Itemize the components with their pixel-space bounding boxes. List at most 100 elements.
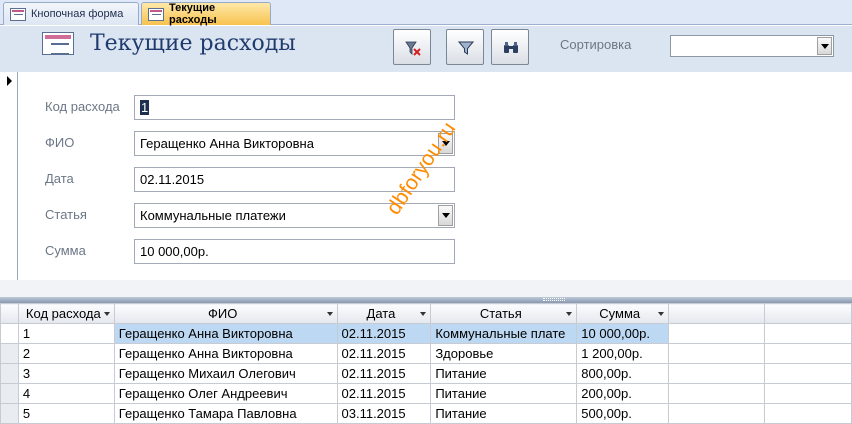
dropdown-arrow-icon[interactable] — [566, 312, 573, 316]
empty-cell — [668, 343, 765, 364]
table-row[interactable]: 2 Геращенко Анна Викторовна 02.11.2015 З… — [0, 343, 852, 364]
form-icon — [42, 32, 74, 55]
form-footer-band — [0, 280, 852, 297]
cell-sum[interactable]: 10 000,00р. — [576, 323, 670, 344]
column-header-label: Статья — [479, 306, 522, 321]
column-header-article[interactable]: Статья — [430, 303, 578, 324]
cell-sum[interactable]: 500,00р. — [576, 403, 670, 424]
cell-fio[interactable]: Геращенко Михаил Олегович — [113, 363, 338, 384]
empty-cell — [763, 323, 852, 344]
empty-cell — [763, 343, 852, 364]
cell-date[interactable]: 02.11.2015 — [336, 343, 432, 364]
cell-code[interactable]: 1 — [17, 323, 115, 344]
splitter-grip-icon[interactable] — [543, 298, 565, 301]
empty-column-header — [763, 303, 852, 324]
empty-cell — [668, 323, 765, 344]
tab-label: Кнопочная форма — [31, 8, 124, 20]
empty-cell — [668, 363, 765, 384]
cell-code[interactable]: 3 — [17, 363, 115, 384]
form-icon — [10, 7, 26, 21]
sum-value: 10 000,00р. — [140, 244, 209, 259]
empty-cell — [668, 383, 765, 404]
tab-switchboard-form[interactable]: Кнопочная форма — [3, 2, 139, 25]
column-header-code[interactable]: Код расхода — [17, 303, 115, 324]
record-selector[interactable] — [0, 72, 18, 280]
column-header-sum[interactable]: Сумма — [576, 303, 670, 324]
cell-sum[interactable]: 800,00р. — [576, 363, 670, 384]
code-label: Код расхода — [45, 99, 120, 114]
find-button[interactable] — [491, 29, 529, 65]
page-title: Текущие расходы — [90, 31, 296, 56]
dropdown-arrow-icon[interactable] — [103, 312, 110, 316]
sum-label: Сумма — [45, 243, 86, 258]
filter-icon — [458, 41, 474, 55]
form-header: Текущие расходы Сортировка — [0, 26, 852, 72]
cell-article[interactable]: Питание — [430, 383, 578, 404]
row-selector[interactable] — [0, 403, 19, 424]
article-label: Статья — [45, 207, 87, 222]
chevron-down-icon[interactable] — [817, 37, 832, 55]
column-header-date[interactable]: Дата — [336, 303, 432, 324]
code-field[interactable]: 1 — [134, 95, 455, 120]
cell-article[interactable]: Питание — [430, 403, 578, 424]
chevron-down-icon[interactable] — [438, 205, 453, 226]
document-tab-strip: Кнопочная форма Текущие расходы — [0, 0, 852, 26]
filter-button[interactable] — [446, 29, 484, 65]
cell-article[interactable]: Питание — [430, 363, 578, 384]
cell-article[interactable]: Здоровье — [430, 343, 578, 364]
cell-code[interactable]: 2 — [17, 343, 115, 364]
row-selector[interactable] — [0, 363, 19, 384]
date-value: 02.11.2015 — [140, 172, 205, 187]
code-value: 1 — [140, 100, 150, 115]
cell-fio[interactable]: Геращенко Тамара Павловна — [113, 403, 338, 424]
empty-column-header — [668, 303, 765, 324]
tab-label: Текущие расходы — [169, 2, 217, 26]
sort-combo[interactable] — [670, 35, 834, 57]
article-value: Коммунальные платежи — [140, 208, 286, 223]
date-label: Дата — [45, 171, 74, 186]
column-header-fio[interactable]: ФИО — [113, 303, 338, 324]
datasheet-table: Код расхода ФИО Дата Статья Сумма 1 Гера… — [0, 303, 852, 424]
fio-label: ФИО — [45, 135, 75, 150]
cell-date[interactable]: 03.11.2015 — [336, 403, 432, 424]
cell-sum[interactable]: 200,00р. — [576, 383, 670, 404]
column-header-label: ФИО — [207, 306, 238, 321]
cell-date[interactable]: 02.11.2015 — [336, 363, 432, 384]
dropdown-arrow-icon[interactable] — [420, 312, 427, 316]
table-row[interactable]: 3 Геращенко Михаил Олегович 02.11.2015 П… — [0, 363, 852, 384]
cell-code[interactable]: 4 — [17, 383, 115, 404]
fio-value: Геращенко Анна Викторовна — [140, 136, 314, 151]
row-selector[interactable] — [0, 323, 19, 344]
cell-fio[interactable]: Геращенко Анна Викторовна — [113, 343, 338, 364]
form-icon — [148, 7, 164, 21]
column-header-label: Код расхода — [25, 306, 101, 321]
cell-fio[interactable]: Геращенко Олег Андреевич — [113, 383, 338, 404]
datasheet: Код расхода ФИО Дата Статья Сумма 1 Гера… — [0, 303, 852, 424]
select-all-cell[interactable] — [0, 303, 19, 324]
remove-filter-button[interactable] — [393, 29, 431, 65]
cell-code[interactable]: 5 — [17, 403, 115, 424]
sum-field[interactable]: 10 000,00р. — [134, 239, 455, 264]
column-header-label: Сумма — [599, 306, 641, 321]
sort-label: Сортировка — [560, 37, 632, 52]
cell-fio[interactable]: Геращенко Анна Викторовна — [113, 323, 338, 344]
table-row[interactable]: 1 Геращенко Анна Викторовна 02.11.2015 К… — [0, 323, 852, 344]
row-selector[interactable] — [0, 383, 19, 404]
dropdown-arrow-icon[interactable] — [658, 312, 665, 316]
empty-cell — [763, 403, 852, 424]
column-header-label: Дата — [366, 306, 396, 321]
tab-current-expenses[interactable]: Текущие расходы — [141, 2, 271, 26]
remove-filter-icon — [405, 41, 421, 56]
row-selector[interactable] — [0, 343, 19, 364]
table-row[interactable]: 5 Геращенко Тамара Павловна 03.11.2015 П… — [0, 403, 852, 424]
fio-combo[interactable]: Геращенко Анна Викторовна — [134, 131, 455, 156]
find-icon — [504, 42, 518, 53]
empty-cell — [763, 383, 852, 404]
empty-cell — [668, 403, 765, 424]
cell-date[interactable]: 02.11.2015 — [336, 383, 432, 404]
cell-date[interactable]: 02.11.2015 — [336, 323, 432, 344]
table-row[interactable]: 4 Геращенко Олег Андреевич 02.11.2015 Пи… — [0, 383, 852, 404]
cell-article[interactable]: Коммунальные плате — [430, 323, 578, 344]
cell-sum[interactable]: 1 200,00р. — [576, 343, 670, 364]
dropdown-arrow-icon[interactable] — [326, 312, 333, 316]
